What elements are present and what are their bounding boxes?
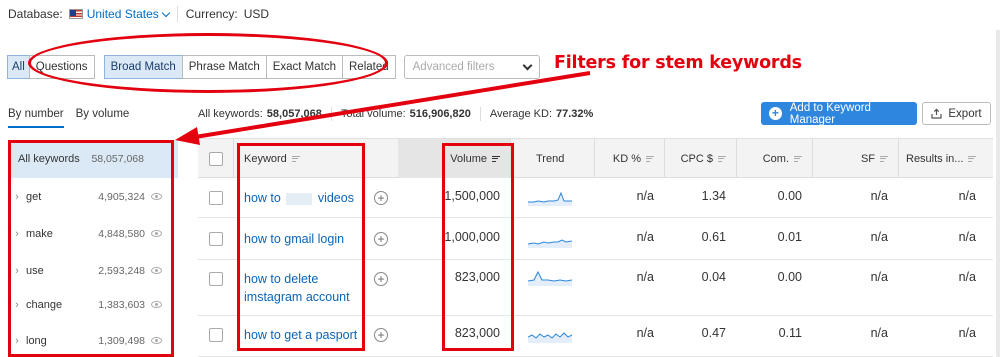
annotation-arrow [175, 71, 591, 145]
